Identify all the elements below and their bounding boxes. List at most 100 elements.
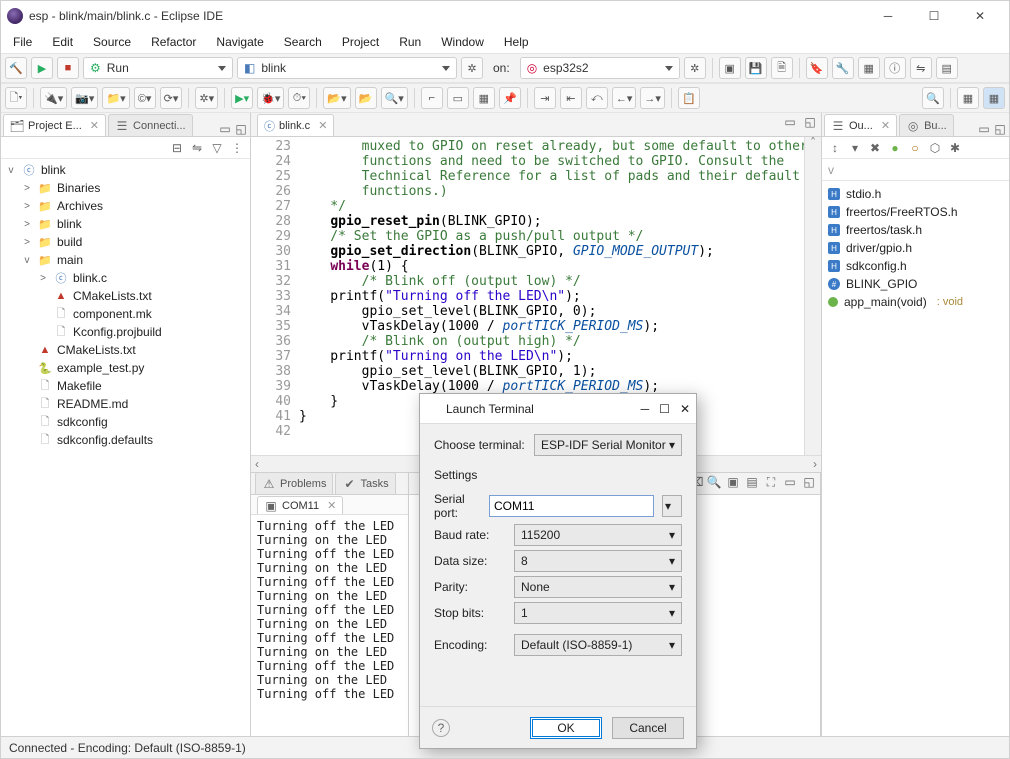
open-perspective-icon[interactable]: ▦: [957, 87, 979, 109]
build-config-icon[interactable]: 🔧: [832, 57, 854, 79]
help-icon[interactable]: ?: [432, 719, 450, 737]
tree-item[interactable]: >📁Archives: [5, 197, 250, 215]
maximize-editor-icon[interactable]: ◱: [803, 115, 817, 129]
tree-item[interactable]: v📁main: [5, 251, 250, 269]
choose-terminal-combo[interactable]: ESP-IDF Serial Monitor▾: [534, 434, 682, 456]
tab-project-explorer[interactable]: 🗂 Project E... ✕: [3, 114, 106, 136]
run-drop-icon[interactable]: ▶▾: [231, 87, 253, 109]
dlg-combo[interactable]: 8▾: [514, 550, 682, 572]
outline-item[interactable]: app_main(void): void: [828, 293, 1003, 311]
dlg-combo[interactable]: 115200▾: [514, 524, 682, 546]
maximize-view-icon[interactable]: ◱: [234, 122, 248, 136]
maximize-view-icon[interactable]: ◱: [993, 122, 1007, 136]
tree-item[interactable]: >📁build: [5, 233, 250, 251]
save-icon[interactable]: 💾: [745, 57, 767, 79]
prev-annotation-icon[interactable]: ⇤: [560, 87, 582, 109]
outline-collapse-icon[interactable]: ✱: [948, 141, 962, 155]
tab-connections[interactable]: ☰ Connecti...: [108, 114, 193, 136]
terminal-toggle-icon[interactable]: ▤: [745, 475, 759, 489]
launch-settings-icon[interactable]: ✲: [461, 57, 483, 79]
twisty-icon[interactable]: >: [21, 219, 33, 230]
tree-item[interactable]: 🗋Makefile: [5, 377, 250, 395]
cancel-button[interactable]: Cancel: [612, 717, 684, 739]
tree-item[interactable]: 🗋Kconfig.projbuild: [5, 323, 250, 341]
twisty-icon[interactable]: >: [21, 183, 33, 194]
link-editor-icon[interactable]: ⇋: [190, 141, 204, 155]
twisty-icon[interactable]: >: [37, 273, 49, 284]
new-file-icon[interactable]: 🗋▾: [5, 87, 27, 109]
menu-window[interactable]: Window: [433, 33, 492, 51]
serial-terminal[interactable]: Turning off the LED Turning on the LED T…: [251, 515, 408, 736]
save-all-icon[interactable]: 🗎: [771, 57, 793, 79]
open-task-icon[interactable]: 📂: [355, 87, 377, 109]
twisty-icon[interactable]: v: [21, 255, 33, 266]
tree-item[interactable]: >📁Binaries: [5, 179, 250, 197]
fwd-history-icon[interactable]: →▾: [640, 87, 665, 109]
maximize-button[interactable]: ☐: [659, 402, 670, 416]
target-combo[interactable]: ◎esp32s2: [520, 57, 680, 79]
snapshot-icon[interactable]: 📷▾: [71, 87, 98, 109]
outline-item[interactable]: #BLINK_GPIO: [828, 275, 1003, 293]
minimize-editor-icon[interactable]: ▭: [783, 115, 797, 129]
serial-port-input[interactable]: [489, 495, 654, 517]
outline-item[interactable]: Hsdkconfig.h: [828, 257, 1003, 275]
tab-build-targets[interactable]: ◎ Bu...: [899, 114, 954, 136]
outline-filter-nonpublic-icon[interactable]: ○: [908, 141, 922, 155]
minimize-button[interactable]: ─: [641, 402, 650, 416]
dlg-combo[interactable]: Default (ISO-8859-1)▾: [514, 634, 682, 656]
next-annotation-icon[interactable]: ⇥: [534, 87, 556, 109]
build-hammer-icon[interactable]: 🔨: [5, 57, 27, 79]
outline-filter-fields-icon[interactable]: ▾: [848, 141, 862, 155]
serial-port-dropdown[interactable]: ▾: [662, 495, 682, 517]
outline-item[interactable]: Hdriver/gpio.h: [828, 239, 1003, 257]
terminal-tab-com11[interactable]: ▣ COM11 ✕: [257, 496, 343, 514]
menu-edit[interactable]: Edit: [44, 33, 81, 51]
outline-list[interactable]: Hstdio.hHfreertos/FreeRTOS.hHfreertos/ta…: [822, 181, 1009, 736]
close-icon[interactable]: ✕: [318, 119, 327, 132]
settings-icon[interactable]: ✲▾: [195, 87, 218, 109]
chevron-down-icon[interactable]: v: [828, 163, 836, 177]
show-whitespace-icon[interactable]: ▭: [447, 87, 469, 109]
outline-item[interactable]: Hstdio.h: [828, 185, 1003, 203]
target-settings-icon[interactable]: ✲: [684, 57, 706, 79]
close-icon[interactable]: ✕: [90, 119, 99, 132]
tree-item[interactable]: 🗋sdkconfig.defaults: [5, 431, 250, 449]
back-history-icon[interactable]: ←▾: [612, 87, 637, 109]
pin-editor-icon[interactable]: 📌: [499, 87, 521, 109]
open-terminal-icon[interactable]: ▣: [719, 57, 741, 79]
dlg-combo[interactable]: None▾: [514, 576, 682, 598]
perspective-cc-icon[interactable]: ▦: [983, 87, 1005, 109]
menu-search[interactable]: Search: [276, 33, 330, 51]
outline-filter-public-icon[interactable]: ●: [888, 141, 902, 155]
toggle-mark-icon[interactable]: 🔖: [806, 57, 828, 79]
connect-icon[interactable]: 🔌▾: [40, 87, 67, 109]
close-button[interactable]: ✕: [957, 1, 1003, 31]
menu-run[interactable]: Run: [391, 33, 429, 51]
minimize-view-icon[interactable]: ▭: [977, 122, 991, 136]
outline-hide-icon[interactable]: ⬡: [928, 141, 942, 155]
minimize-view-icon[interactable]: ▭: [218, 122, 232, 136]
profile-drop-icon[interactable]: ⏱▾: [288, 87, 310, 109]
new-class-icon[interactable]: ©▾: [134, 87, 156, 109]
terminal-new-icon[interactable]: ▣: [726, 475, 740, 489]
outline-item[interactable]: Hfreertos/FreeRTOS.h: [828, 203, 1003, 221]
maximize-button[interactable]: ☐: [911, 1, 957, 31]
quick-search-icon[interactable]: 🔍: [922, 87, 944, 109]
tree-item[interactable]: 🗋README.md: [5, 395, 250, 413]
perspective-cdt-icon[interactable]: ▤: [936, 57, 958, 79]
dlg-combo[interactable]: 1▾: [514, 602, 682, 624]
run-button[interactable]: ▶: [31, 57, 53, 79]
close-icon[interactable]: ✕: [881, 119, 890, 132]
tab-outline[interactable]: ☰ Ou... ✕: [824, 114, 897, 136]
last-edit-icon[interactable]: ⤺: [586, 87, 608, 109]
tree-item[interactable]: 🗋component.mk: [5, 305, 250, 323]
tree-item[interactable]: ▲CMakeLists.txt: [5, 341, 250, 359]
toggle-breadcrumb-icon[interactable]: ▦: [473, 87, 495, 109]
new-folder-icon[interactable]: 📁▾: [102, 87, 129, 109]
open-element-icon[interactable]: 📋: [678, 87, 700, 109]
tree-item[interactable]: >📁blink: [5, 215, 250, 233]
debug-drop-icon[interactable]: 🐞▾: [257, 87, 284, 109]
tab-problems[interactable]: ⚠ Problems: [255, 472, 333, 494]
twisty-icon[interactable]: >: [21, 201, 33, 212]
launch-config-combo[interactable]: ◧blink: [237, 57, 457, 79]
